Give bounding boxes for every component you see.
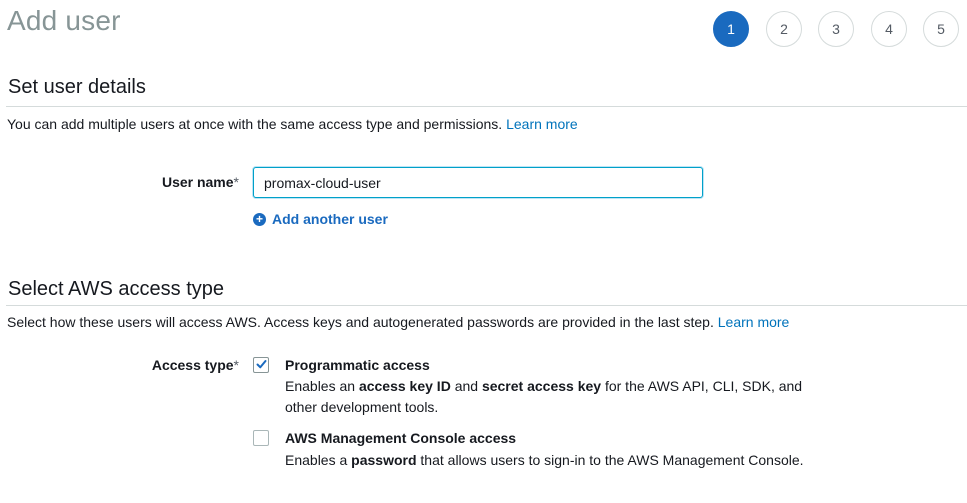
programmatic-access-description: Enables an access key ID and secret acce… [285, 376, 825, 418]
page-title: Add user [7, 5, 121, 36]
step-2[interactable]: 2 [766, 11, 802, 47]
step-3[interactable]: 3 [818, 11, 854, 47]
access-type-label: Access type* [130, 357, 239, 373]
user-details-description-text: You can add multiple users at once with … [7, 116, 503, 132]
step-1[interactable]: 1 [713, 11, 749, 47]
console-access-description: Enables a password that allows users to … [285, 450, 825, 471]
access-type-description: Select how these users will access AWS. … [7, 314, 789, 330]
learn-more-link[interactable]: Learn more [506, 116, 578, 132]
desc-emphasis: access key ID [358, 378, 451, 394]
add-another-user-label: Add another user [272, 211, 388, 227]
user-details-description: You can add multiple users at once with … [7, 116, 578, 132]
user-name-label-text: User name [161, 174, 234, 190]
access-type-label-text: Access type [151, 357, 234, 373]
section-divider [6, 106, 967, 107]
programmatic-access-checkbox[interactable] [253, 357, 269, 373]
desc-text: and [450, 378, 482, 394]
plus-circle-icon: + [253, 212, 266, 226]
section-heading-user-details: Set user details [8, 76, 146, 98]
section-heading-access-type: Select AWS access type [8, 278, 225, 300]
step-4[interactable]: 4 [871, 11, 907, 47]
console-access-checkbox[interactable] [253, 430, 269, 446]
checkmark-icon [256, 360, 267, 369]
wizard-steps: 1 2 3 4 5 [713, 11, 963, 47]
learn-more-link[interactable]: Learn more [718, 314, 790, 330]
user-name-input[interactable] [253, 167, 703, 198]
user-name-label: User name* [140, 174, 239, 190]
desc-text: that allows users to sign-in to the AWS … [416, 452, 804, 468]
step-5[interactable]: 5 [923, 11, 959, 47]
desc-emphasis: password [351, 452, 417, 468]
section-divider [6, 305, 967, 306]
access-type-description-text: Select how these users will access AWS. … [7, 314, 714, 330]
add-another-user-button[interactable]: + Add another user [253, 211, 388, 227]
programmatic-access-title: Programmatic access [285, 357, 430, 373]
console-access-title: AWS Management Console access [285, 430, 517, 446]
desc-text: Enables a [285, 452, 352, 468]
desc-text: Enables an [285, 378, 359, 394]
required-marker: * [233, 174, 239, 190]
desc-emphasis: secret access key [481, 378, 602, 394]
required-marker: * [233, 357, 239, 373]
